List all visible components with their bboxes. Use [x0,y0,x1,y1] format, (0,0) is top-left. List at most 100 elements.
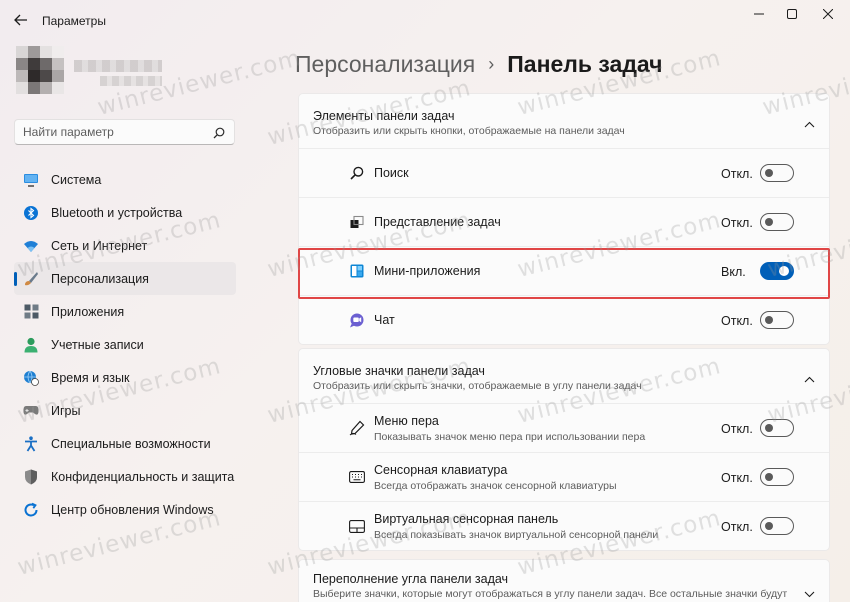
pen-menu-toggle[interactable] [760,419,794,437]
close-icon [823,9,833,19]
update-icon [23,502,39,518]
toggle-state-text: Откл. [721,314,753,328]
toggle-knob [765,522,773,530]
task-view-icon [349,214,365,230]
user-email-blurred [100,76,162,86]
bluetooth-icon [23,205,39,221]
setting-description: Всегда показывать значок виртуальной сен… [374,529,659,541]
chat-toggle[interactable] [760,311,794,329]
sidebar-item-label: Время и язык [51,370,130,385]
section-corner-icons: Угловые значки панели задач Отобразить и… [298,348,830,551]
maximize-button[interactable] [779,6,805,22]
avatar[interactable] [16,46,64,94]
setting-label: Сенсорная клавиатура [374,463,508,477]
section-header[interactable]: Угловые значки панели задач Отобразить и… [299,349,829,403]
breadcrumb-parent[interactable]: Персонализация [295,51,475,78]
setting-label: Представление задач [374,215,501,229]
globe-clock-icon [23,370,39,386]
setting-label: Поиск [374,166,409,180]
maximize-icon [787,9,797,19]
setting-description: Всегда отображать значок сенсорной клави… [374,480,617,492]
toggle-state-text: Откл. [721,471,753,485]
user-name-blurred [74,60,162,72]
sidebar-item-privacy[interactable]: Конфиденциальность и защита [14,460,236,493]
app-title: Параметры [42,14,106,28]
sidebar-item-accounts[interactable]: Учетные записи [14,328,236,361]
sidebar-item-label: Приложения [51,304,125,319]
back-button[interactable] [10,9,32,31]
section-description: Отобразить или скрыть кнопки, отображаем… [313,125,625,137]
toggle-knob [765,424,773,432]
setting-row-search: Поиск Откл. [299,148,829,197]
title-bar: Параметры [0,0,850,40]
section-description: Отобразить или скрыть значки, отображаем… [313,380,642,392]
sidebar-nav: Система Bluetooth и устройства Сеть и Ин… [14,163,236,526]
brush-icon [23,271,39,287]
section-description: Выберите значки, которые могут отображат… [313,588,788,600]
setting-label: Чат [374,313,395,327]
section-header[interactable]: Переполнение угла панели задач Выберите … [299,560,829,602]
sidebar-item-apps[interactable]: Приложения [14,295,236,328]
sidebar-item-windows-update[interactable]: Центр обновления Windows [14,493,236,526]
minimize-button[interactable] [746,6,772,22]
close-button[interactable] [815,6,841,22]
toggle-knob [765,218,773,226]
toggle-state-text: Откл. [721,422,753,436]
widgets-toggle[interactable] [760,262,794,280]
chevron-up-icon[interactable] [804,370,815,388]
breadcrumb: Персонализация › Панель задач [295,47,663,81]
section-title: Переполнение угла панели задач [313,572,509,586]
sidebar-item-label: Конфиденциальность и защита [51,469,235,484]
touch-keyboard-toggle[interactable] [760,468,794,486]
virtual-touchpad-toggle[interactable] [760,517,794,535]
display-icon [23,172,39,188]
active-indicator [14,272,17,286]
section-corner-overflow: Переполнение угла панели задач Выберите … [298,559,830,602]
touchpad-icon [349,518,365,534]
shield-icon [23,469,39,485]
search-input[interactable] [23,124,203,140]
toggle-knob [765,169,773,177]
sidebar-item-label: Учетные записи [51,337,144,352]
section-title: Угловые значки панели задач [313,364,485,378]
setting-label: Виртуальная сенсорная панель [374,512,559,526]
sidebar-item-label: Персонализация [51,271,149,286]
sidebar-item-bluetooth[interactable]: Bluetooth и устройства [14,196,236,229]
setting-row-widgets: Мини-приложения Вкл. [299,246,829,295]
sidebar-item-label: Bluetooth и устройства [51,205,183,220]
setting-description: Показывать значок меню пера при использо… [374,431,646,443]
sidebar-item-gaming[interactable]: Игры [14,394,236,427]
chat-icon [349,312,365,328]
sidebar-item-system[interactable]: Система [14,163,236,196]
sidebar-item-time-language[interactable]: Время и язык [14,361,236,394]
page-title: Панель задач [507,50,663,77]
arrow-left-icon [14,14,27,26]
task-view-toggle[interactable] [760,213,794,231]
setting-label: Мини-приложения [374,264,481,278]
chevron-up-icon[interactable] [804,115,815,133]
toggle-knob [779,266,789,276]
search-toggle[interactable] [760,164,794,182]
chevron-down-icon[interactable] [804,585,815,602]
search-box[interactable] [14,119,235,145]
sidebar-item-personalization[interactable]: Персонализация [14,262,236,295]
setting-label: Меню пера [374,414,439,428]
accessibility-icon [23,435,39,452]
section-title: Элементы панели задач [313,109,455,123]
sidebar-item-label: Игры [51,403,81,418]
setting-row-chat: Чат Откл. [299,295,829,344]
toggle-state-text: Откл. [721,167,753,181]
sidebar-item-network[interactable]: Сеть и Интернет [14,229,236,262]
search-icon[interactable] [213,126,225,144]
sidebar-item-label: Система [51,172,102,187]
toggle-knob [765,473,773,481]
wifi-icon [23,238,39,254]
section-taskbar-items: Элементы панели задач Отобразить или скр… [298,93,830,345]
sidebar-item-label: Центр обновления Windows [51,502,214,517]
setting-row-pen-menu: Меню пера Показывать значок меню пера пр… [299,403,829,452]
sidebar-item-accessibility[interactable]: Специальные возможности [14,427,236,460]
pen-icon [349,420,365,436]
section-header[interactable]: Элементы панели задач Отобразить или скр… [299,94,829,148]
search-icon [349,165,365,181]
toggle-state-text: Вкл. [721,265,746,279]
